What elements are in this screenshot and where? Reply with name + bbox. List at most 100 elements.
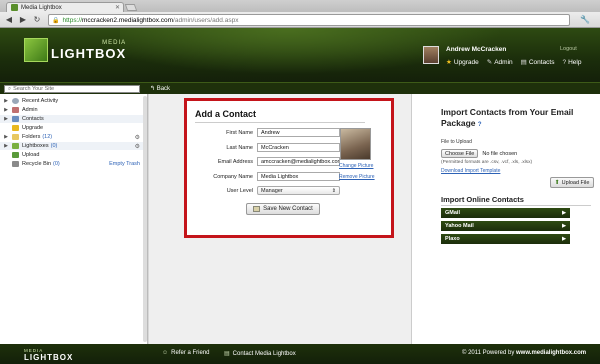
gmail-label: GMail bbox=[445, 210, 460, 216]
remove-picture-link[interactable]: Remove Picture bbox=[339, 174, 375, 180]
sidebar-item-contacts[interactable]: ▶ Contacts bbox=[0, 115, 146, 123]
back-arrow-icon[interactable]: ◀ bbox=[4, 15, 14, 25]
sidebar-item-recent-activity[interactable]: ▶ Recent Activity bbox=[0, 97, 146, 105]
admin-link[interactable]: ✎ Admin bbox=[487, 58, 513, 67]
company-field[interactable]: Media Lightbox bbox=[257, 172, 340, 181]
gear-icon[interactable]: ⚙ bbox=[135, 143, 140, 150]
admin-icon bbox=[12, 107, 19, 113]
sidebar-item-label: Upgrade bbox=[22, 125, 44, 131]
sidebar-scrollbar[interactable] bbox=[143, 96, 147, 342]
avatar bbox=[423, 46, 439, 64]
expand-arrow-icon[interactable]: ▶ bbox=[3, 134, 9, 140]
sidebar-item-lightboxes[interactable]: ▶ Lightboxes (0) ⚙ bbox=[0, 142, 146, 150]
expand-arrow-icon[interactable]: ▶ bbox=[3, 98, 9, 104]
sub-navigation: ⌕ Search Your Site ↰ Back bbox=[0, 82, 600, 94]
favicon-icon bbox=[11, 4, 18, 11]
sidebar-item-label: Lightboxes bbox=[22, 143, 49, 149]
browser-tab[interactable]: Media Lightbox ✕ bbox=[6, 2, 124, 12]
file-input: Choose File No file chosen bbox=[441, 149, 517, 158]
header-links: ★ Upgrade ✎ Admin ▤ Contacts ? Help bbox=[446, 58, 581, 67]
add-contact-form: Add a Contact First Name Andrew Last Nam… bbox=[184, 98, 394, 238]
contact-photo bbox=[340, 128, 371, 160]
site-logo[interactable]: MEDIA LIGHTBOX bbox=[24, 38, 126, 62]
plaxo-import-button[interactable]: Plaxo ▶ bbox=[441, 234, 570, 244]
contact-link[interactable]: ▤ Contact Media Lightbox bbox=[224, 350, 296, 358]
last-name-field[interactable]: McCracken bbox=[257, 143, 340, 152]
user-level-row: User Level Manager ⇕ bbox=[195, 186, 385, 195]
save-button-label: Save New Contact bbox=[263, 206, 313, 212]
help-label: Help bbox=[568, 58, 582, 66]
header-swoosh bbox=[120, 28, 540, 82]
lightbox-icon bbox=[12, 143, 19, 149]
lock-icon: 🔒 bbox=[52, 17, 60, 24]
yahoo-import-button[interactable]: Yahoo Mail ▶ bbox=[441, 221, 570, 231]
sidebar-item-folders[interactable]: ▶ Folders (12) ⚙ bbox=[0, 133, 146, 141]
url-path: /admin/users/add.aspx bbox=[173, 16, 239, 24]
gear-icon[interactable]: ⚙ bbox=[135, 134, 140, 141]
logo-bottom-text: LIGHTBOX bbox=[51, 45, 127, 61]
sidebar-item-recycle-bin[interactable]: Recycle Bin (0) Empty Trash bbox=[0, 160, 146, 168]
user-level-select[interactable]: Manager ⇕ bbox=[257, 186, 340, 195]
import-panel: Import Contacts from Your Email Package … bbox=[411, 94, 600, 344]
back-link[interactable]: ↰ Back bbox=[150, 85, 170, 92]
company-label: Company Name bbox=[213, 173, 253, 180]
sidebar-item-label: Folders bbox=[22, 134, 41, 140]
upload-file-button[interactable]: ⬆ Upload File bbox=[550, 177, 594, 188]
lightbox-count: (0) bbox=[50, 143, 58, 149]
sidebar-item-admin[interactable]: ▶ Admin bbox=[0, 106, 146, 114]
forward-arrow-icon[interactable]: ▶ bbox=[18, 15, 28, 25]
upload-icon: ⬆ bbox=[554, 180, 560, 186]
footer-logo[interactable]: MEDIA LIGHTBOX bbox=[24, 348, 73, 362]
save-new-contact-button[interactable]: Save New Contact bbox=[246, 203, 320, 215]
empty-trash-link[interactable]: Empty Trash bbox=[109, 161, 140, 167]
url-host: mccracken2.medialightbox.com bbox=[82, 16, 174, 24]
search-icon: ⌕ bbox=[8, 86, 12, 92]
divider bbox=[195, 122, 365, 123]
contacts-link[interactable]: ▤ Contacts bbox=[521, 58, 555, 67]
no-file-text: No file chosen bbox=[482, 150, 518, 157]
logout-link[interactable]: Logout bbox=[560, 46, 577, 52]
expand-arrow-icon[interactable]: ▶ bbox=[3, 143, 9, 149]
recycle-count: (0) bbox=[53, 161, 60, 167]
close-tab-icon[interactable]: ✕ bbox=[115, 4, 120, 11]
tab-title: Media Lightbox bbox=[21, 4, 62, 11]
logo-cube-icon bbox=[24, 38, 48, 62]
user-name: Andrew McCracken bbox=[446, 46, 507, 53]
divider bbox=[441, 205, 591, 206]
new-tab-button[interactable] bbox=[124, 4, 138, 11]
contacts-icon bbox=[12, 116, 19, 122]
clock-icon bbox=[12, 98, 19, 104]
chevron-down-icon: ⇕ bbox=[331, 188, 336, 194]
reload-icon[interactable]: ↻ bbox=[32, 15, 42, 25]
copyright-site[interactable]: www.medialightbox.com bbox=[516, 350, 586, 356]
back-label: Back bbox=[156, 86, 171, 92]
contacts-label: Contacts bbox=[528, 58, 555, 66]
change-picture-link[interactable]: Change Picture bbox=[339, 163, 373, 169]
trash-icon bbox=[12, 161, 19, 167]
email-field[interactable]: amccracken@medialightbox.com bbox=[257, 157, 340, 166]
sidebar-item-upgrade[interactable]: Upgrade bbox=[0, 124, 146, 132]
choose-file-button[interactable]: Choose File bbox=[441, 149, 479, 158]
copyright: © 2011 Powered by www.medialightbox.com bbox=[462, 350, 586, 356]
help-icon[interactable]: ? bbox=[478, 122, 482, 128]
star-icon: ★ bbox=[446, 59, 452, 66]
refer-friend-link[interactable]: ☺ Refer a Friend bbox=[162, 350, 210, 356]
save-icon bbox=[253, 206, 261, 212]
search-input[interactable]: ⌕ Search Your Site bbox=[4, 85, 140, 93]
sidebar-item-upload[interactable]: Upload bbox=[0, 151, 146, 159]
url-scheme: https:// bbox=[62, 16, 82, 24]
expand-arrow-icon[interactable]: ▶ bbox=[3, 107, 9, 113]
upgrade-link[interactable]: ★ Upgrade bbox=[446, 58, 479, 67]
expand-arrow-icon[interactable]: ▶ bbox=[3, 116, 9, 122]
gmail-import-button[interactable]: GMail ▶ bbox=[441, 208, 570, 218]
browser-toolbar: ◀ ▶ ↻ 🔒 https:// mccracken2.medialightbo… bbox=[0, 12, 600, 28]
wrench-menu-icon[interactable]: 🔧 bbox=[580, 15, 590, 24]
online-contacts-title: Import Online Contacts bbox=[441, 195, 524, 204]
download-template-link[interactable]: Download Import Template bbox=[441, 168, 500, 174]
star-icon bbox=[12, 125, 19, 131]
help-link[interactable]: ? Help bbox=[562, 58, 581, 66]
site-footer: MEDIA LIGHTBOX ☺ Refer a Friend ▤ Contact … bbox=[0, 344, 600, 364]
first-name-field[interactable]: Andrew bbox=[257, 128, 340, 137]
address-bar[interactable]: 🔒 https:// mccracken2.medialightbox.com … bbox=[48, 14, 570, 26]
search-placeholder: Search Your Site bbox=[13, 86, 55, 92]
